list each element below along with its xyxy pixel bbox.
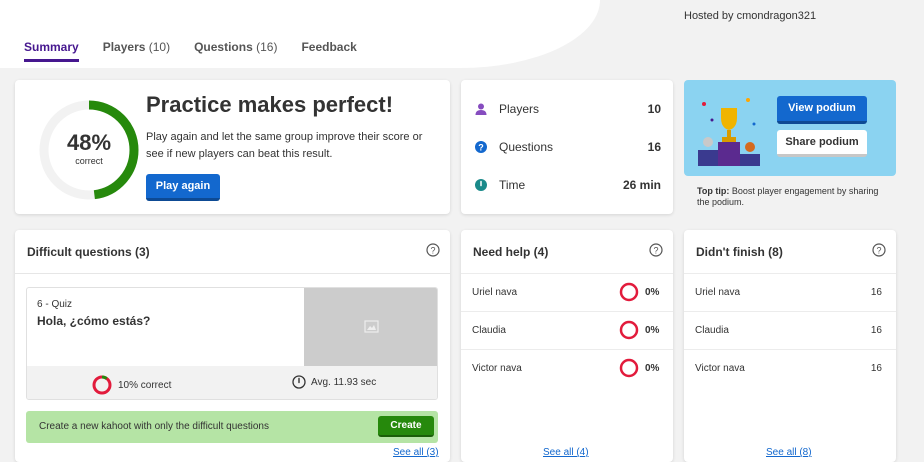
- play-again-button[interactable]: Play again: [146, 174, 220, 201]
- correct-percent: 48%: [66, 130, 112, 155]
- stats-card: Players 10 ? Questions 16 Time 26 min: [461, 80, 673, 214]
- help-icon[interactable]: ?: [426, 243, 440, 257]
- stat-time: Time 26 min: [475, 175, 661, 195]
- didnt-finish-card: Didn't finish (8) ? Uriel nava 16 Claudi…: [684, 230, 896, 462]
- question-avg-text: Avg. 11.93 sec: [311, 376, 377, 388]
- stat-questions: ? Questions 16: [475, 137, 661, 157]
- tab-questions[interactable]: Questions (16): [194, 40, 277, 62]
- tab-feedback[interactable]: Feedback: [301, 40, 356, 62]
- list-item[interactable]: Uriel nava 16: [684, 273, 896, 311]
- top-tip: Top tip: Boost player engagement by shar…: [697, 186, 887, 208]
- correct-ring-icon: [92, 375, 112, 395]
- svg-text:?: ?: [430, 246, 435, 256]
- svg-text:?: ?: [478, 143, 484, 153]
- score-ring-icon: [619, 358, 639, 378]
- list-item[interactable]: Uriel nava 0%: [461, 273, 673, 311]
- tab-summary-label: Summary: [24, 40, 79, 54]
- need-help-title: Need help (4): [473, 245, 549, 259]
- need-help-card: Need help (4) ? Uriel nava 0% Claudia 0%…: [461, 230, 673, 462]
- create-kahoot-bar: Create a new kahoot with only the diffic…: [26, 411, 438, 443]
- time-value: 26 min: [622, 178, 661, 192]
- tab-players[interactable]: Players (10): [103, 40, 170, 62]
- player-name: Claudia: [695, 325, 729, 336]
- timer-icon: [292, 375, 306, 389]
- difficult-questions-card: Difficult questions (3) ? 6 - Quiz Hola,…: [15, 230, 450, 462]
- view-podium-button[interactable]: View podium: [777, 96, 867, 124]
- list-item[interactable]: Claudia 0%: [461, 311, 673, 349]
- question-image-placeholder: [304, 288, 437, 366]
- question-avg-time: Avg. 11.93 sec: [292, 375, 376, 389]
- image-icon: [364, 320, 379, 333]
- question-correct: 10% correct: [92, 375, 171, 395]
- list-item[interactable]: Victor nava 16: [684, 349, 896, 387]
- correct-label: correct: [75, 156, 103, 166]
- tab-summary[interactable]: Summary: [24, 40, 79, 62]
- player-name: Claudia: [472, 325, 506, 336]
- summary-card: 48% correct Practice makes perfect! Play…: [15, 80, 450, 214]
- tab-feedback-label: Feedback: [301, 40, 357, 54]
- didnt-finish-title: Didn't finish (8): [696, 245, 783, 259]
- player-percent: 0%: [645, 325, 660, 336]
- tab-questions-count: (16): [256, 40, 278, 54]
- svg-text:?: ?: [876, 246, 881, 256]
- top-tip-label: Top tip:: [697, 186, 730, 196]
- tab-players-label: Players: [102, 40, 146, 54]
- create-kahoot-text: Create a new kahoot with only the diffic…: [39, 421, 269, 432]
- list-item[interactable]: Victor nava 0%: [461, 349, 673, 387]
- question-footer: 10% correct Avg. 11.93 sec: [27, 366, 437, 399]
- player-value: 16: [870, 325, 882, 336]
- player-value: 16: [870, 363, 882, 374]
- score-ring-icon: [619, 320, 639, 340]
- tab-bar: Summary Players (10) Questions (16) Feed…: [24, 40, 381, 62]
- divider: [15, 273, 450, 274]
- correct-donut: 48% correct: [37, 98, 141, 202]
- score-ring-icon: [619, 282, 639, 302]
- player-name: Uriel nava: [472, 287, 518, 298]
- player-value: 16: [870, 287, 882, 298]
- see-all-need-help-link[interactable]: See all (4): [543, 447, 589, 458]
- question-correct-text: 10% correct: [118, 379, 172, 391]
- summary-headline: Practice makes perfect!: [146, 92, 394, 117]
- svg-text:?: ?: [653, 246, 658, 256]
- stat-players: Players 10: [475, 99, 661, 119]
- question-icon: ?: [475, 141, 487, 153]
- players-value: 10: [647, 102, 661, 116]
- person-icon: [475, 103, 487, 115]
- podium-banner: [684, 80, 896, 176]
- question-type: 6 - Quiz: [37, 299, 73, 310]
- time-label: Time: [499, 178, 526, 192]
- player-name: Victor nava: [695, 363, 745, 374]
- question-title: Hola, ¿cómo estás?: [37, 314, 151, 328]
- player-percent: 0%: [645, 287, 660, 298]
- summary-description: Play again and let the same group improv…: [146, 131, 423, 160]
- help-icon[interactable]: ?: [649, 243, 663, 257]
- help-icon[interactable]: ?: [872, 243, 886, 257]
- trophy-podium-icon: [698, 98, 760, 166]
- share-podium-button[interactable]: Share podium: [777, 130, 867, 157]
- list-item[interactable]: Claudia 16: [684, 311, 896, 349]
- clock-icon: [475, 179, 487, 191]
- see-all-difficult-link[interactable]: See all (3): [393, 447, 439, 458]
- tab-players-count: (10): [148, 40, 171, 54]
- player-percent: 0%: [645, 363, 660, 374]
- players-label: Players: [499, 102, 540, 116]
- podium-card: View podium Share podium Top tip: Boost …: [684, 80, 896, 214]
- difficult-questions-title: Difficult questions (3): [27, 245, 150, 259]
- player-name: Victor nava: [472, 363, 522, 374]
- tab-questions-label: Questions: [194, 40, 253, 54]
- difficult-question-item[interactable]: 6 - Quiz Hola, ¿cómo estás? 10% correct: [26, 287, 438, 400]
- hosted-by-text: Hosted by cmondragon321: [684, 10, 817, 22]
- questions-value: 16: [647, 140, 661, 154]
- see-all-didnt-finish-link[interactable]: See all (8): [766, 447, 812, 458]
- create-button[interactable]: Create: [378, 416, 434, 437]
- player-name: Uriel nava: [695, 287, 741, 298]
- questions-label: Questions: [499, 140, 554, 154]
